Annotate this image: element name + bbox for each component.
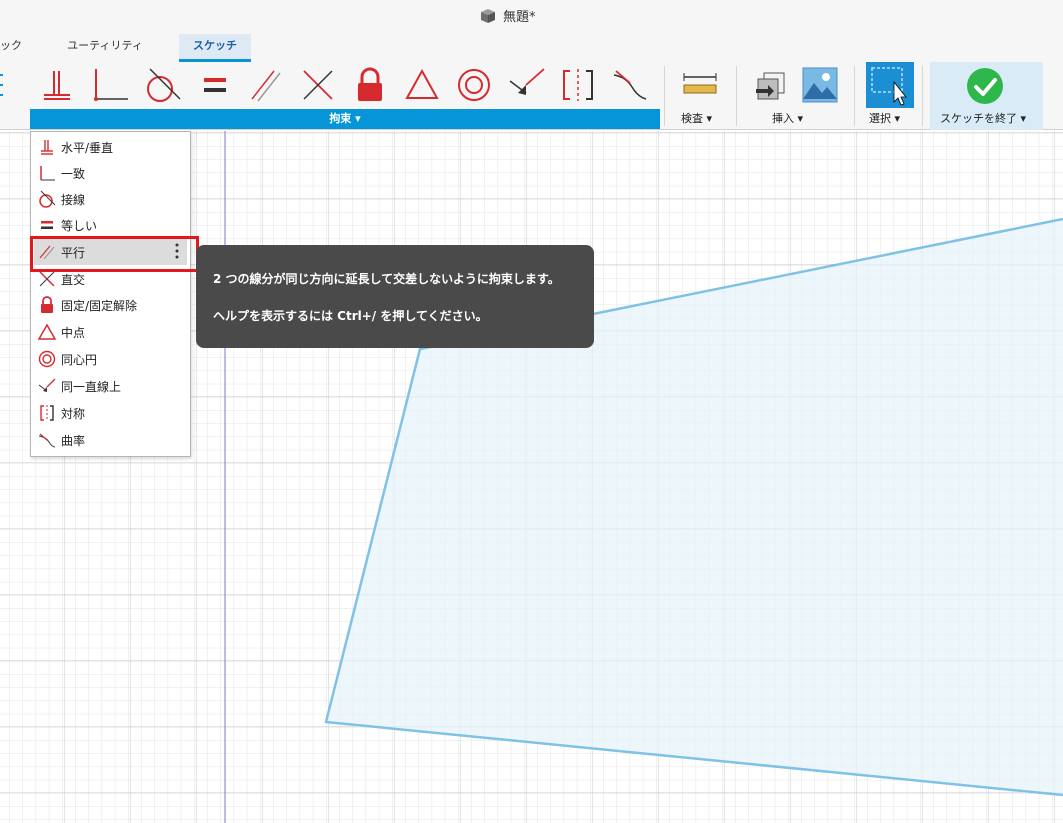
concentric-icon[interactable] — [452, 62, 496, 108]
tab-partial[interactable]: ック — [0, 34, 30, 62]
partial-menu-icon[interactable] — [0, 62, 12, 108]
tooltip-description: 2 つの線分が同じ方向に延長して交差しないように拘束します。 — [213, 272, 560, 286]
measure-icon[interactable] — [678, 62, 722, 108]
checkmark-icon — [967, 68, 1003, 104]
lock-icon — [36, 295, 58, 315]
fusion-sketch-window: 無題* ック ユーティリティ スケッチ 拘束 ▾ 検査 ▾ 挿入 ▾ 選択 ▾ … — [0, 0, 1063, 823]
inspect-label[interactable]: 検査 ▾ — [681, 110, 712, 128]
perpendicular-icon[interactable] — [296, 62, 340, 108]
menu-item-tangent[interactable]: 接線 — [34, 186, 187, 212]
toolbar-separator — [664, 66, 665, 126]
toolbar-separator — [922, 66, 923, 126]
coincident-icon — [36, 163, 58, 183]
tangent-icon[interactable] — [140, 62, 184, 108]
menu-item-label: 水平/垂直 — [61, 140, 114, 155]
sketch-toolbar: 拘束 ▾ 検査 ▾ 挿入 ▾ 選択 ▾ スケッチを終了 ▾ — [0, 62, 1063, 130]
menu-item-label: 同心円 — [61, 352, 98, 367]
title-bar: 無題* — [0, 0, 1063, 34]
concentric-icon — [36, 349, 58, 369]
workspace-tabs: ック ユーティリティ スケッチ — [0, 34, 1063, 62]
menu-item-label: 中点 — [61, 325, 86, 340]
menu-item-label: 直交 — [61, 272, 86, 287]
collinear-icon — [36, 376, 58, 396]
menu-item-fix-unfix[interactable]: 固定/固定解除 — [34, 292, 187, 318]
curvature-icon — [36, 430, 58, 450]
finish-sketch-group[interactable]: スケッチを終了 ▾ — [930, 62, 1043, 130]
symmetry-icon — [36, 403, 58, 423]
menu-item-horizontal-vertical[interactable]: 水平/垂直 — [34, 134, 187, 160]
annotation-highlight-box — [30, 236, 199, 272]
tooltip-help-hint: ヘルプを表示するには Ctrl+/ を押してください。 — [213, 309, 488, 323]
parallel-icon[interactable] — [244, 62, 288, 108]
midpoint-icon — [36, 322, 58, 342]
menu-item-coincident[interactable]: 一致 — [34, 160, 187, 186]
menu-item-label: 接線 — [61, 192, 86, 207]
document-title-text: 無題* — [503, 10, 536, 25]
menu-item-label: 一致 — [61, 166, 86, 181]
tangent-icon — [36, 189, 58, 209]
midpoint-icon[interactable] — [400, 62, 444, 108]
tooltip-parallel: 2 つの線分が同じ方向に延長して交差しないように拘束します。 ヘルプを表示するに… — [196, 245, 594, 348]
curvature-icon[interactable] — [608, 62, 652, 108]
document-title: 無題* — [479, 6, 536, 25]
insert-label[interactable]: 挿入 ▾ — [772, 110, 803, 128]
menu-item-equal[interactable]: 等しい — [34, 212, 187, 238]
collinear-icon[interactable] — [504, 62, 548, 108]
equal-icon[interactable] — [192, 62, 236, 108]
menu-item-label: 対称 — [61, 406, 86, 421]
toolbar-separator — [854, 66, 855, 126]
horizontal-vertical-icon[interactable] — [36, 62, 80, 108]
select-label[interactable]: 選択 ▾ — [869, 110, 900, 128]
horizontal-vertical-icon — [36, 137, 58, 157]
perpendicular-icon — [36, 269, 58, 289]
toolbar-separator — [736, 66, 737, 126]
menu-item-label: 曲率 — [61, 433, 86, 448]
menu-item-concentric[interactable]: 同心円 — [34, 346, 187, 372]
insert-image-icon[interactable] — [798, 62, 842, 108]
constraint-menu-bar[interactable]: 拘束 ▾ — [30, 109, 660, 129]
tab-utilities[interactable]: ユーティリティ — [60, 34, 150, 62]
lock-icon[interactable] — [348, 62, 392, 108]
menu-item-midpoint[interactable]: 中点 — [34, 319, 187, 345]
insert-derive-icon[interactable] — [748, 62, 792, 108]
menu-item-label: 固定/固定解除 — [61, 298, 138, 313]
document-cube-icon — [481, 8, 495, 23]
select-icon[interactable] — [866, 62, 914, 108]
menu-item-label: 等しい — [61, 218, 98, 233]
symmetry-icon[interactable] — [556, 62, 600, 108]
finish-sketch-label[interactable]: スケッチを終了 ▾ — [940, 110, 1026, 128]
menu-item-collinear[interactable]: 同一直線上 — [34, 373, 187, 399]
tab-sketch[interactable]: スケッチ — [179, 34, 251, 62]
coincident-icon[interactable] — [88, 62, 132, 108]
menu-item-label: 同一直線上 — [61, 379, 122, 394]
constraint-dropdown: 水平/垂直 一致 接線 等しい 平行 直交 固定/固定解除 中点 同心円 同一直… — [30, 131, 191, 457]
menu-item-curvature[interactable]: 曲率 — [34, 427, 187, 453]
equal-icon — [36, 215, 58, 235]
menu-item-symmetry[interactable]: 対称 — [34, 400, 187, 426]
